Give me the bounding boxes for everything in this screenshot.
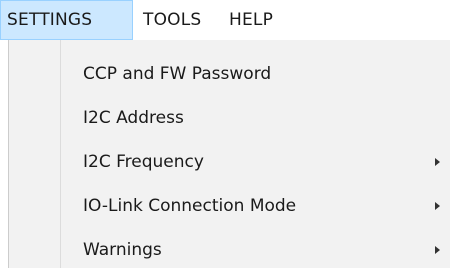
- submenu-arrow-icon: [435, 158, 440, 166]
- menu-item-ccp-fw-password[interactable]: CCP and FW Password: [9, 52, 450, 96]
- menu-bar: SETTINGS TOOLS HELP: [0, 0, 450, 40]
- menu-settings[interactable]: SETTINGS: [0, 0, 133, 40]
- submenu-arrow-icon: [435, 246, 440, 254]
- menu-item-warnings[interactable]: Warnings: [9, 228, 450, 272]
- submenu-arrow-icon: [435, 202, 440, 210]
- menu-item-label: CCP and FW Password: [83, 64, 272, 84]
- settings-dropdown-menu: CCP and FW Password I2C Address I2C Freq…: [8, 40, 450, 268]
- menu-item-i2c-frequency[interactable]: I2C Frequency: [9, 140, 450, 184]
- menu-tools[interactable]: TOOLS: [133, 0, 219, 40]
- menu-item-io-link-connection-mode[interactable]: IO-Link Connection Mode: [9, 184, 450, 228]
- menu-help[interactable]: HELP: [219, 0, 279, 40]
- menu-item-label: IO-Link Connection Mode: [83, 196, 297, 216]
- menu-item-label: Warnings: [83, 240, 162, 260]
- menu-item-i2c-address[interactable]: I2C Address: [9, 96, 450, 140]
- menu-item-label: I2C Address: [83, 108, 184, 128]
- menu-item-label: I2C Frequency: [83, 152, 204, 172]
